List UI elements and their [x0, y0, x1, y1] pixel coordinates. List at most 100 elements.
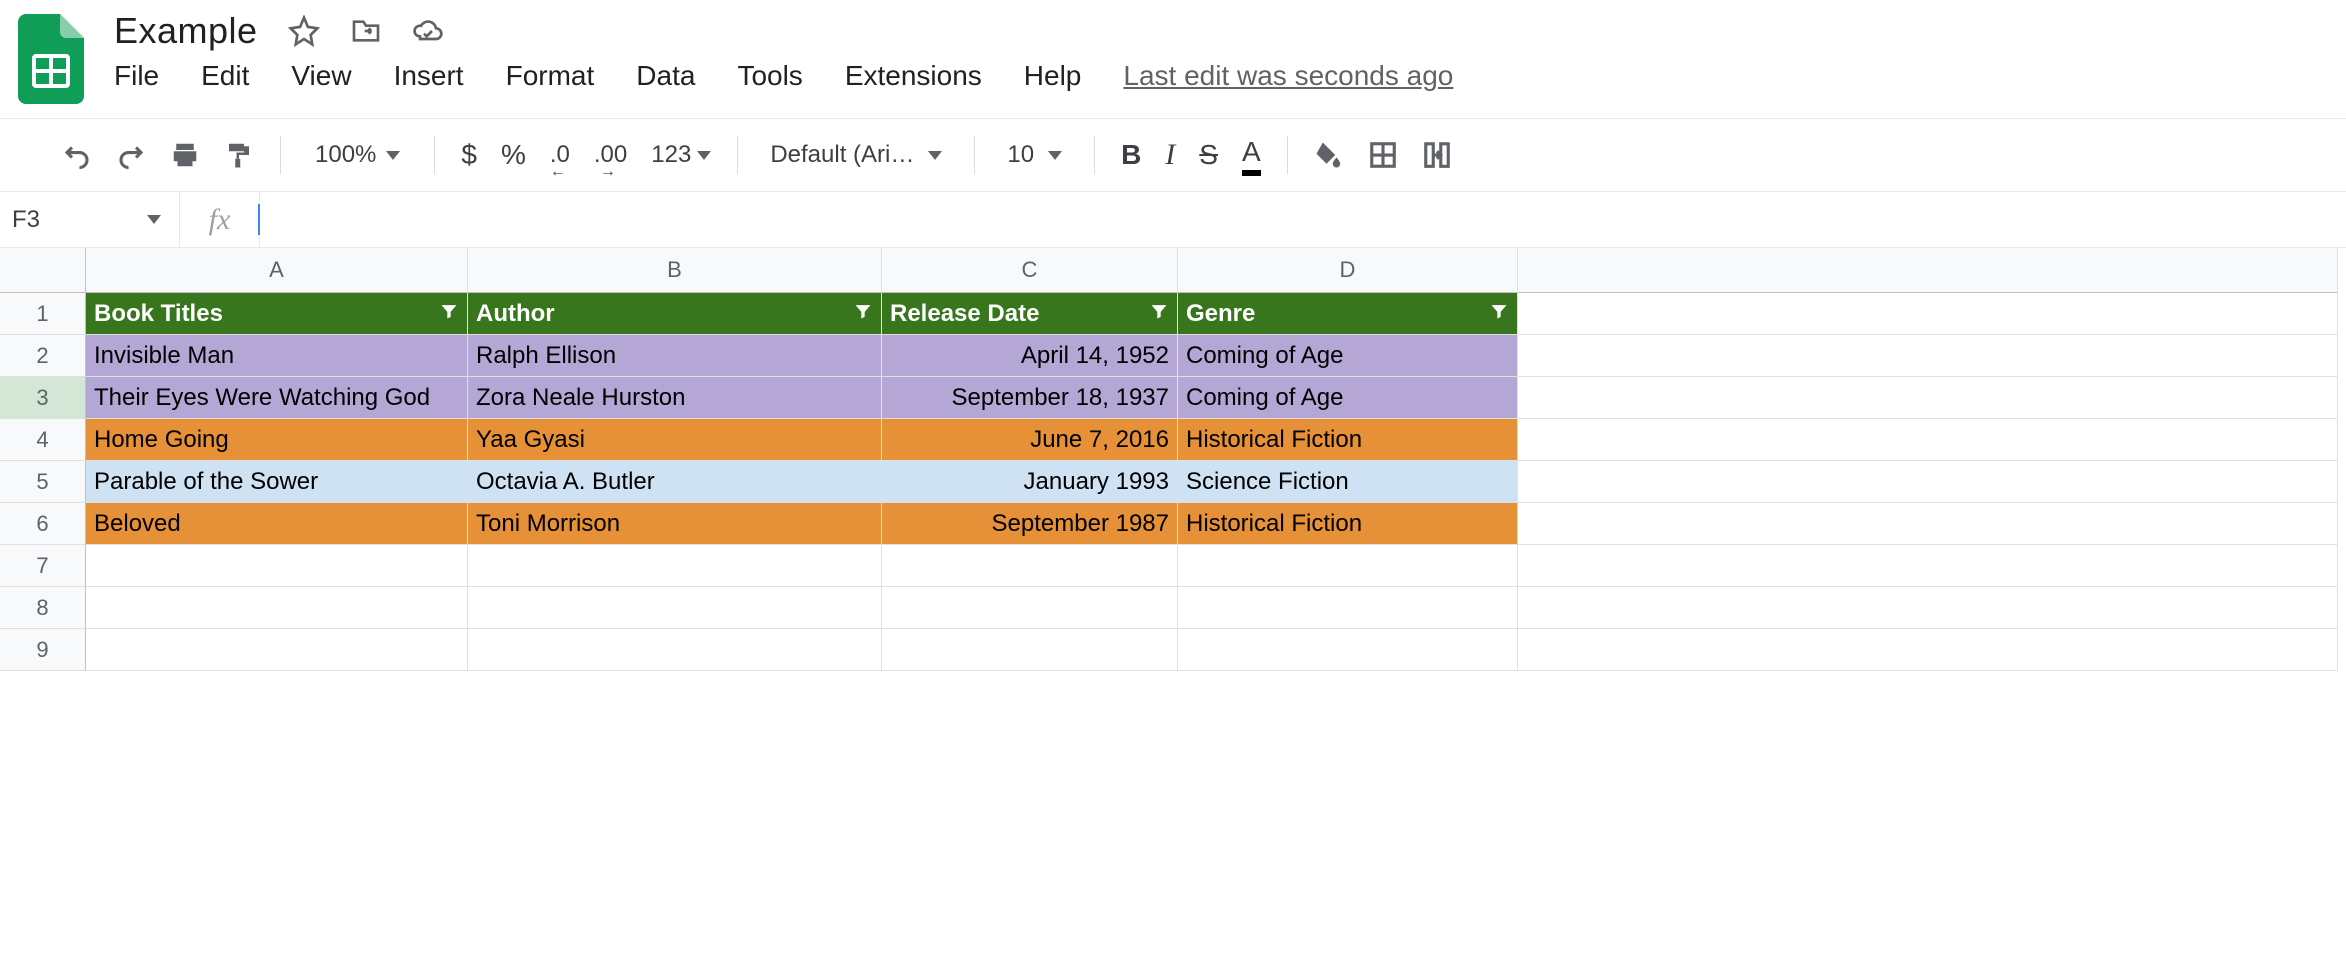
font-family-dropdown[interactable]: Default (Ari… — [752, 141, 960, 169]
increase-decimal-button[interactable]: .00→ — [582, 132, 639, 178]
cell-5D[interactable]: Science Fiction — [1178, 461, 1518, 503]
cell-empty[interactable] — [1518, 503, 2338, 545]
cell-3A[interactable]: Their Eyes Were Watching God — [86, 377, 468, 419]
filter-icon[interactable] — [1489, 300, 1509, 328]
merge-cells-button[interactable] — [1410, 132, 1464, 178]
cell-5A[interactable]: Parable of the Sower — [86, 461, 468, 503]
formula-bar-input[interactable] — [260, 192, 2346, 247]
fill-color-button[interactable] — [1302, 132, 1356, 178]
cell-9A[interactable] — [86, 629, 468, 671]
cell-9C[interactable] — [882, 629, 1178, 671]
row-header-5[interactable]: 5 — [0, 461, 86, 503]
cell-5B[interactable]: Octavia A. Butler — [468, 461, 882, 503]
cloud-status-icon[interactable] — [412, 15, 444, 47]
col-header-D[interactable]: D — [1178, 248, 1518, 293]
undo-button[interactable] — [50, 132, 104, 178]
bold-button[interactable]: B — [1109, 132, 1153, 178]
row-header-2[interactable]: 2 — [0, 335, 86, 377]
menu-data[interactable]: Data — [636, 60, 695, 92]
cell-7B[interactable] — [468, 545, 882, 587]
cell-empty[interactable] — [1518, 293, 2338, 335]
cell-6A[interactable]: Beloved — [86, 503, 468, 545]
menu-help[interactable]: Help — [1024, 60, 1082, 92]
cell-4D[interactable]: Historical Fiction — [1178, 419, 1518, 461]
print-button[interactable] — [158, 132, 212, 178]
col-header-C[interactable]: C — [882, 248, 1178, 293]
col-header-B[interactable]: B — [468, 248, 882, 293]
cell-7D[interactable] — [1178, 545, 1518, 587]
row-header-1[interactable]: 1 — [0, 293, 86, 335]
text-color-button[interactable]: A — [1230, 132, 1273, 178]
col-header-empty[interactable] — [1518, 248, 2338, 293]
cell-8A[interactable] — [86, 587, 468, 629]
sheets-app-icon[interactable] — [18, 14, 84, 104]
menu-file[interactable]: File — [114, 60, 159, 92]
header-cell-C[interactable]: Release Date — [882, 293, 1178, 335]
cell-3B[interactable]: Zora Neale Hurston — [468, 377, 882, 419]
header-cell-D[interactable]: Genre — [1178, 293, 1518, 335]
cell-4C[interactable]: June 7, 2016 — [882, 419, 1178, 461]
cell-5C[interactable]: January 1993 — [882, 461, 1178, 503]
menu-tools[interactable]: Tools — [737, 60, 802, 92]
filter-icon[interactable] — [439, 300, 459, 328]
cell-7E[interactable] — [1518, 545, 2338, 587]
cell-9B[interactable] — [468, 629, 882, 671]
filter-icon[interactable] — [1149, 300, 1169, 328]
cell-2D[interactable]: Coming of Age — [1178, 335, 1518, 377]
menu-insert[interactable]: Insert — [394, 60, 464, 92]
cell-empty[interactable] — [1518, 419, 2338, 461]
cell-6C[interactable]: September 1987 — [882, 503, 1178, 545]
row-header-4[interactable]: 4 — [0, 419, 86, 461]
paint-format-button[interactable] — [212, 132, 266, 178]
menu-format[interactable]: Format — [506, 60, 595, 92]
cell-2C[interactable]: April 14, 1952 — [882, 335, 1178, 377]
row-header-6[interactable]: 6 — [0, 503, 86, 545]
select-all-corner[interactable] — [0, 248, 86, 293]
italic-button[interactable]: I — [1153, 132, 1187, 178]
cell-9D[interactable] — [1178, 629, 1518, 671]
font-size-dropdown[interactable]: 10 — [989, 141, 1080, 169]
last-edit-link[interactable]: Last edit was seconds ago — [1123, 60, 1453, 92]
cell-2B[interactable]: Ralph Ellison — [468, 335, 882, 377]
col-header-A[interactable]: A — [86, 248, 468, 293]
cell-8B[interactable] — [468, 587, 882, 629]
cell-7C[interactable] — [882, 545, 1178, 587]
borders-button[interactable] — [1356, 132, 1410, 178]
cell-empty[interactable] — [1518, 335, 2338, 377]
menu-extensions[interactable]: Extensions — [845, 60, 982, 92]
cell-6D[interactable]: Historical Fiction — [1178, 503, 1518, 545]
row-header-3[interactable]: 3 — [0, 377, 86, 419]
more-formats-dropdown[interactable]: 123 — [639, 132, 723, 178]
cell-8E[interactable] — [1518, 587, 2338, 629]
cell-2A[interactable]: Invisible Man — [86, 335, 468, 377]
redo-button[interactable] — [104, 132, 158, 178]
spreadsheet-grid[interactable]: A B C D 123456789 Book TitlesAuthorRelea… — [0, 248, 2346, 671]
cell-8D[interactable] — [1178, 587, 1518, 629]
decrease-decimal-button[interactable]: .0← — [538, 132, 582, 178]
move-icon[interactable] — [350, 15, 382, 47]
doc-title[interactable]: Example — [114, 10, 258, 52]
row-header-8[interactable]: 8 — [0, 587, 86, 629]
cell-empty[interactable] — [1518, 377, 2338, 419]
format-currency-button[interactable]: $ — [449, 132, 489, 178]
cell-4B[interactable]: Yaa Gyasi — [468, 419, 882, 461]
header-cell-A[interactable]: Book Titles — [86, 293, 468, 335]
name-box[interactable]: F3 — [0, 192, 180, 247]
zoom-dropdown[interactable]: 100% — [295, 141, 420, 169]
filter-icon[interactable] — [853, 300, 873, 328]
cell-3C[interactable]: September 18, 1937 — [882, 377, 1178, 419]
cell-8C[interactable] — [882, 587, 1178, 629]
cell-3D[interactable]: Coming of Age — [1178, 377, 1518, 419]
menu-view[interactable]: View — [291, 60, 351, 92]
format-percent-button[interactable]: % — [489, 132, 538, 178]
cell-7A[interactable] — [86, 545, 468, 587]
cell-6B[interactable]: Toni Morrison — [468, 503, 882, 545]
star-icon[interactable] — [288, 15, 320, 47]
cell-9E[interactable] — [1518, 629, 2338, 671]
strikethrough-button[interactable]: S — [1187, 132, 1230, 178]
row-header-9[interactable]: 9 — [0, 629, 86, 671]
cell-empty[interactable] — [1518, 461, 2338, 503]
menu-edit[interactable]: Edit — [201, 60, 249, 92]
cell-4A[interactable]: Home Going — [86, 419, 468, 461]
header-cell-B[interactable]: Author — [468, 293, 882, 335]
